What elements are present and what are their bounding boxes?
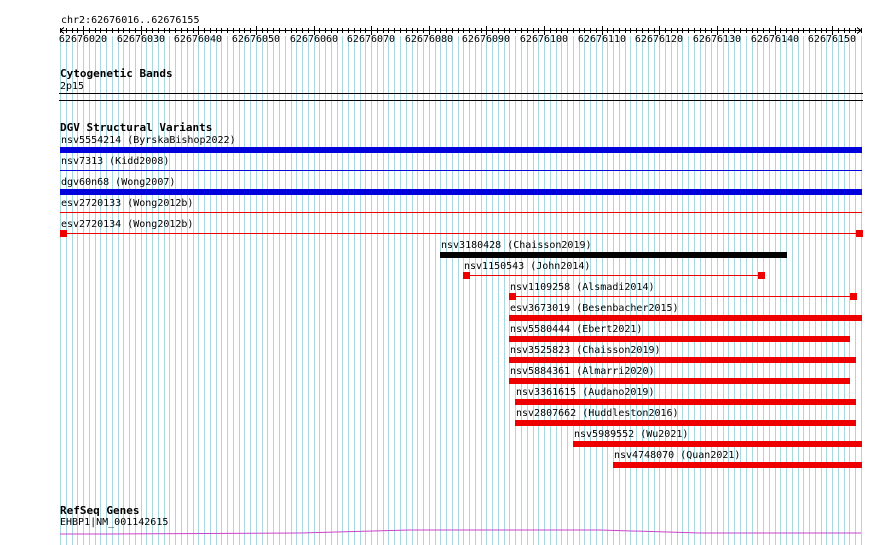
- dgv-feature[interactable]: nsv3361615 (Audano2019): [0, 387, 890, 408]
- ruler-tick-label: 62676060: [289, 34, 339, 45]
- dgv-feature-endcap[interactable]: [856, 230, 863, 237]
- dgv-feature[interactable]: nsv3525823 (Chaisson2019): [0, 345, 890, 366]
- dgv-feature-bar[interactable]: [60, 170, 862, 171]
- dgv-feature-label: nsv3180428 (Chaisson2019): [441, 240, 592, 251]
- dgv-feature[interactable]: esv2720134 (Wong2012b): [0, 219, 890, 240]
- dgv-feature-endcap[interactable]: [758, 272, 765, 279]
- dgv-feature[interactable]: nsv4748070 (Quan2021): [0, 450, 890, 471]
- cytoband-track-title[interactable]: Cytogenetic Bands: [60, 68, 173, 80]
- ruler-tick-label: 62676110: [577, 34, 627, 45]
- dgv-feature-label: nsv4748070 (Quan2021): [614, 450, 741, 461]
- dgv-feature-label: nsv5554214 (ByrskaBishop2022): [61, 135, 236, 146]
- dgv-feature-label: nsv5884361 (Almarri2020): [510, 366, 655, 377]
- dgv-feature-bar[interactable]: [509, 336, 850, 342]
- cytoband-name[interactable]: 2p15: [60, 81, 84, 93]
- refseq-track-title[interactable]: RefSeq Genes: [60, 505, 139, 517]
- ruler-tick-label: 62676120: [634, 34, 684, 45]
- ruler-tick-label: 62676070: [346, 34, 396, 45]
- dgv-feature-label: nsv2807662 (Huddleston2016): [516, 408, 679, 419]
- dgv-feature[interactable]: nsv7313 (Kidd2008): [0, 156, 890, 177]
- dgv-feature[interactable]: nsv1150543 (John2014): [0, 261, 890, 282]
- dgv-feature[interactable]: nsv5554214 (ByrskaBishop2022): [0, 135, 890, 156]
- genome-browser-view: chr2:62676016..62676155 62676020 62676030…: [0, 0, 890, 545]
- dgv-feature-bar[interactable]: [515, 399, 856, 405]
- ruler-tick-label: 62676050: [231, 34, 281, 45]
- region-label: chr2:62676016..62676155: [61, 15, 200, 26]
- dgv-feature-label: nsv1150543 (John2014): [464, 261, 591, 272]
- dgv-feature-label: nsv3361615 (Audano2019): [516, 387, 655, 398]
- dgv-feature-label: nsv5580444 (Ebert2021): [510, 324, 643, 335]
- dgv-feature[interactable]: nsv2807662 (Huddleston2016): [0, 408, 890, 429]
- ruler-tick-label: 62676130: [692, 34, 742, 45]
- dgv-feature[interactable]: esv2720133 (Wong2012b): [0, 198, 890, 219]
- dgv-feature-bar[interactable]: [440, 252, 787, 258]
- ruler-tick-label: 62676140: [750, 34, 800, 45]
- ruler-tick-label: 62676040: [173, 34, 223, 45]
- ruler-tick-label: 62676030: [116, 34, 166, 45]
- dgv-feature[interactable]: nsv5580444 (Ebert2021): [0, 324, 890, 345]
- dgv-feature-bar[interactable]: [509, 378, 850, 384]
- dgv-feature-label: nsv1109258 (Alsmadi2014): [510, 282, 655, 293]
- cytoband-line: [59, 93, 863, 94]
- dgv-feature-label: nsv7313 (Kidd2008): [61, 156, 170, 167]
- track-divider: [59, 100, 863, 101]
- dgv-feature-bar[interactable]: [463, 275, 764, 276]
- dgv-feature[interactable]: nsv5989552 (Wu2021): [0, 429, 890, 450]
- ruler-tick-label: 62676100: [519, 34, 569, 45]
- dgv-feature-endcap[interactable]: [850, 293, 857, 300]
- ruler-tick-label: 62676080: [404, 34, 454, 45]
- ruler-tick-label: 62676150: [807, 34, 857, 45]
- dgv-feature-label: esv3673019 (Besenbacher2015): [510, 303, 679, 314]
- dgv-feature-bar[interactable]: [573, 441, 862, 447]
- dgv-feature-bar[interactable]: [509, 357, 856, 363]
- dgv-feature-bar[interactable]: [509, 296, 856, 297]
- dgv-feature[interactable]: nsv1109258 (Alsmadi2014): [0, 282, 890, 303]
- refseq-gene-feature[interactable]: [0, 525, 890, 541]
- dgv-feature-bar[interactable]: [515, 420, 856, 426]
- ruler-tick-label: 62676090: [461, 34, 511, 45]
- dgv-track-title[interactable]: DGV Structural Variants: [60, 122, 212, 134]
- dgv-feature-label: esv2720133 (Wong2012b): [61, 198, 194, 209]
- dgv-feature[interactable]: dgv60n68 (Wong2007): [0, 177, 890, 198]
- dgv-feature-endcap[interactable]: [60, 230, 67, 237]
- dgv-feature-bar[interactable]: [613, 462, 862, 468]
- dgv-feature-label: nsv5989552 (Wu2021): [574, 429, 689, 440]
- dgv-feature-label: dgv60n68 (Wong2007): [61, 177, 176, 188]
- dgv-feature-label: nsv3525823 (Chaisson2019): [510, 345, 661, 356]
- dgv-feature-endcap[interactable]: [509, 293, 516, 300]
- dgv-feature-bar[interactable]: [60, 189, 862, 195]
- dgv-feature[interactable]: nsv3180428 (Chaisson2019): [0, 240, 890, 261]
- refseq-gene-line[interactable]: [60, 529, 861, 535]
- dgv-feature-bar[interactable]: [509, 315, 862, 321]
- dgv-feature-bar[interactable]: [60, 212, 862, 213]
- dgv-feature-endcap[interactable]: [463, 272, 470, 279]
- dgv-feature[interactable]: esv3673019 (Besenbacher2015): [0, 303, 890, 324]
- dgv-feature-bar[interactable]: [60, 233, 862, 234]
- dgv-feature-label: esv2720134 (Wong2012b): [61, 219, 194, 230]
- ruler-tick-label: 62676020: [58, 34, 108, 45]
- dgv-feature-bar[interactable]: [60, 147, 862, 153]
- dgv-feature[interactable]: nsv5884361 (Almarri2020): [0, 366, 890, 387]
